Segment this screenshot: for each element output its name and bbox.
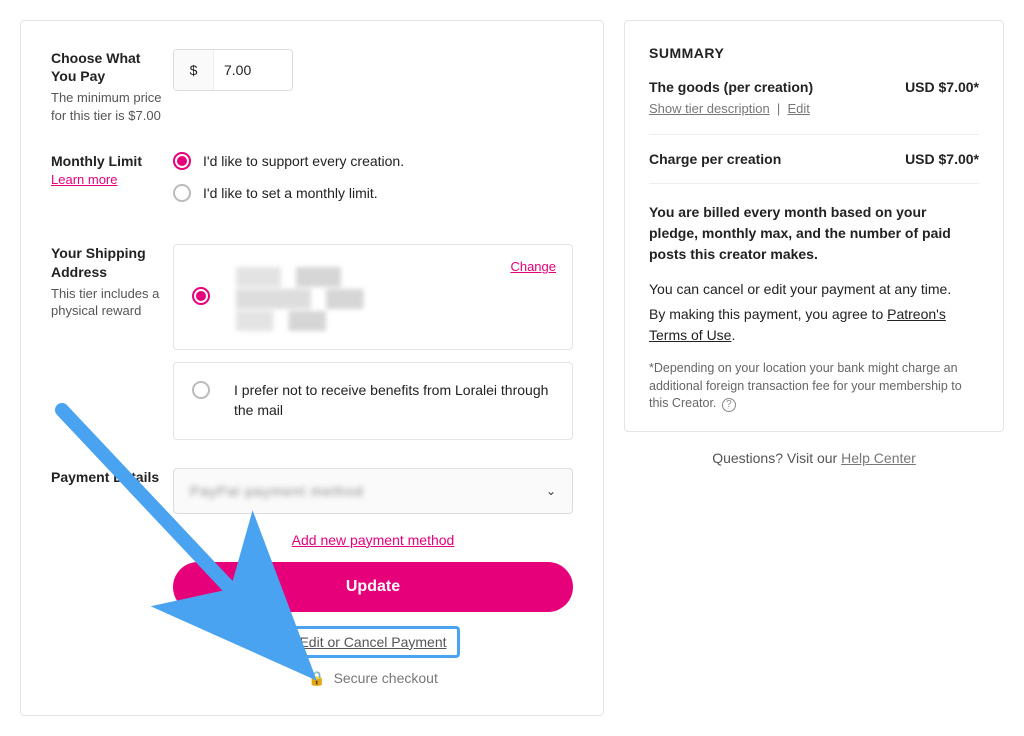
- payment-method-dropdown[interactable]: PayPal payment method ⌄: [173, 468, 573, 514]
- shipping-row: Your Shipping Address This tier includes…: [51, 244, 573, 439]
- cancel-anytime-text: You can cancel or edit your payment at a…: [649, 279, 979, 300]
- monthly-limit-row: Monthly Limit Learn more I'd like to sup…: [51, 152, 573, 216]
- summary-title: SUMMARY: [649, 45, 979, 61]
- price-value: 7.00: [214, 50, 292, 90]
- billing-info-bold: You are billed every month based on your…: [649, 202, 979, 265]
- terms-agree-text: By making this payment, you agree to Pat…: [649, 304, 979, 346]
- currency-symbol: $: [174, 50, 214, 90]
- radio-label-every: I'd like to support every creation.: [203, 153, 404, 169]
- shipping-title: Your Shipping Address: [51, 244, 163, 280]
- help-icon[interactable]: ?: [722, 398, 736, 412]
- tier-links: Show tier description | Edit: [649, 101, 979, 116]
- summary-goods-row: The goods (per creation) USD $7.00*: [649, 79, 979, 95]
- chevron-down-icon: ⌄: [546, 484, 556, 498]
- dropdown-selected: PayPal payment method: [190, 483, 364, 499]
- goods-amount: USD $7.00*: [905, 79, 979, 95]
- update-button[interactable]: Update: [173, 562, 573, 612]
- summary-panel: SUMMARY The goods (per creation) USD $7.…: [624, 20, 1004, 432]
- add-payment-link[interactable]: Add new payment method: [292, 532, 455, 548]
- secure-label: Secure checkout: [334, 670, 438, 686]
- edit-cancel-link[interactable]: Edit or Cancel Payment: [299, 634, 446, 650]
- radio-icon: [173, 184, 191, 202]
- redacted-address: [236, 263, 386, 331]
- radio-label-limit: I'd like to set a monthly limit.: [203, 185, 378, 201]
- questions-prefix: Questions? Visit our: [712, 450, 841, 466]
- charge-amount: USD $7.00*: [905, 151, 979, 167]
- shipping-subtitle: This tier includes a physical reward: [51, 285, 163, 320]
- questions-line: Questions? Visit our Help Center: [624, 450, 1004, 466]
- footnote-text: *Depending on your location your bank mi…: [649, 361, 962, 410]
- footnote: *Depending on your location your bank mi…: [649, 360, 979, 413]
- agree-prefix: By making this payment, you agree to: [649, 306, 887, 322]
- show-tier-link[interactable]: Show tier description: [649, 101, 770, 116]
- lock-icon: 🔒: [308, 670, 325, 687]
- no-mail-label: I prefer not to receive benefits from Lo…: [234, 381, 554, 420]
- choose-title: Choose What You Pay: [51, 49, 163, 85]
- help-center-link[interactable]: Help Center: [841, 450, 916, 466]
- radio-icon: [192, 381, 210, 399]
- change-address-link[interactable]: Change: [510, 259, 556, 274]
- payment-row: Payment Details PayPal payment method ⌄ …: [51, 468, 573, 687]
- address-selected-box: Change: [173, 244, 573, 350]
- edit-tier-link[interactable]: Edit: [788, 101, 810, 116]
- choose-subtitle: The minimum price for this tier is $7.00: [51, 89, 163, 124]
- divider: [649, 134, 979, 135]
- pricing-row: Choose What You Pay The minimum price fo…: [51, 49, 573, 124]
- edit-cancel-highlight: Edit or Cancel Payment: [286, 626, 459, 658]
- no-mail-option[interactable]: I prefer not to receive benefits from Lo…: [173, 362, 573, 439]
- goods-label: The goods (per creation): [649, 79, 813, 95]
- main-form-panel: Choose What You Pay The minimum price fo…: [20, 20, 604, 716]
- radio-monthly-limit[interactable]: I'd like to set a monthly limit.: [173, 184, 573, 202]
- payment-title: Payment Details: [51, 468, 163, 486]
- radio-icon[interactable]: [192, 287, 210, 305]
- summary-charge-row: Charge per creation USD $7.00*: [649, 151, 979, 167]
- radio-icon: [173, 152, 191, 170]
- charge-label: Charge per creation: [649, 151, 781, 167]
- price-input[interactable]: $ 7.00: [173, 49, 293, 91]
- learn-more-link[interactable]: Learn more: [51, 172, 117, 187]
- radio-every-creation[interactable]: I'd like to support every creation.: [173, 152, 573, 170]
- secure-checkout: 🔒 Secure checkout: [173, 670, 573, 687]
- monthly-title: Monthly Limit: [51, 152, 163, 170]
